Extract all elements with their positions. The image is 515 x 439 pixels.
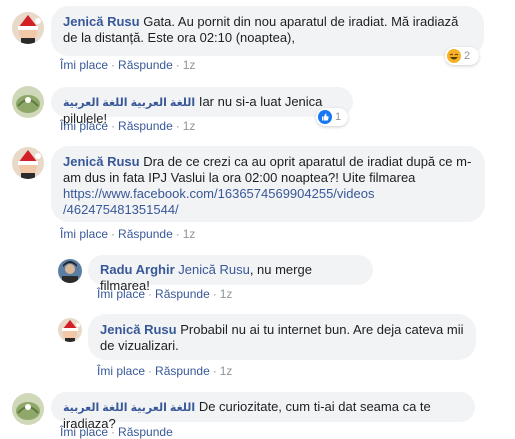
comment-timestamp[interactable]: 1z: [183, 119, 196, 133]
avatar[interactable]: [12, 86, 44, 118]
comment-author[interactable]: Jenică Rusu: [100, 322, 177, 337]
like-button[interactable]: Îmi place: [60, 119, 108, 133]
comment-author[interactable]: Jenică Rusu: [63, 14, 140, 29]
video-link[interactable]: https://www.facebook.com/163657456990425…: [63, 186, 375, 201]
comment-timestamp[interactable]: 1z: [183, 227, 196, 241]
reply-button[interactable]: Răspunde: [155, 287, 210, 301]
comment-timestamp[interactable]: 1z: [183, 58, 196, 72]
comment-author[interactable]: اللغة العربية اللغة العربية: [63, 97, 195, 109]
comment-bubble: Jenică Rusu Gata. Au pornit din nou apar…: [51, 6, 484, 56]
video-link-continued[interactable]: /462475481351544/: [63, 202, 179, 217]
haha-reaction-icon: [447, 49, 461, 63]
like-button[interactable]: Îmi place: [60, 227, 108, 241]
comment-actions: Îmi place · Răspunde · 1z: [97, 364, 233, 378]
reaction-count: 1: [335, 111, 342, 123]
comment-actions: Îmi place · Răspunde · 1z: [60, 58, 196, 72]
avatar[interactable]: [12, 12, 44, 44]
comment-timestamp[interactable]: 1z: [220, 364, 233, 378]
santa-hat-avatar-icon: [12, 147, 44, 179]
like-button[interactable]: Îmi place: [60, 425, 108, 439]
avatar[interactable]: [12, 393, 44, 425]
santa-hat-avatar-icon: [58, 318, 82, 342]
comment-actions: Îmi place · Răspunde · 1z: [97, 287, 233, 301]
comment-author[interactable]: اللغة العربية اللغة العربية: [63, 402, 195, 414]
reply-bubble: Radu Arghir Jenică Rusu, nu merge filmar…: [88, 255, 373, 293]
reaction-badge[interactable]: 1: [316, 108, 348, 126]
comment-bubble: Jenică Rusu Dra de ce crezi ca au oprit …: [51, 146, 485, 222]
user-avatar-icon: [58, 259, 82, 283]
like-button[interactable]: Îmi place: [97, 364, 145, 378]
arabic-page-avatar-icon: [12, 86, 44, 118]
avatar[interactable]: [58, 259, 82, 283]
comment-actions: Îmi place · Răspunde · 1z: [60, 119, 196, 133]
comment-bubble: اللغة العربية اللغة العربية Iar nu si-a …: [51, 87, 353, 126]
reply-bubble: Jenică Rusu Probabil nu ai tu internet b…: [88, 314, 476, 360]
comment-author[interactable]: Radu Arghir: [100, 262, 175, 277]
comment-author[interactable]: Jenică Rusu: [63, 154, 140, 169]
reply-button[interactable]: Răspunde: [118, 119, 173, 133]
like-reaction-icon: [318, 110, 332, 124]
reaction-badge[interactable]: 2: [445, 47, 479, 65]
like-button[interactable]: Îmi place: [97, 287, 145, 301]
comment-actions: Îmi place · Răspunde · 1z: [60, 227, 196, 241]
reply-button[interactable]: Răspunde: [118, 425, 173, 439]
like-button[interactable]: Îmi place: [60, 58, 108, 72]
reply-button[interactable]: Răspunde: [118, 227, 173, 241]
avatar[interactable]: [12, 147, 44, 179]
avatar[interactable]: [58, 318, 82, 342]
comment-timestamp[interactable]: 1z: [220, 287, 233, 301]
reply-button[interactable]: Răspunde: [118, 58, 173, 72]
santa-hat-avatar-icon: [12, 12, 44, 44]
comment-actions: Îmi place · Răspunde: [60, 425, 173, 439]
arabic-page-avatar-icon: [12, 393, 44, 425]
comment-bubble: اللغة العربية اللغة العربية De curiozita…: [51, 392, 475, 431]
reply-button[interactable]: Răspunde: [155, 364, 210, 378]
reaction-count: 2: [464, 50, 471, 62]
mention-link[interactable]: Jenică Rusu: [178, 262, 250, 277]
